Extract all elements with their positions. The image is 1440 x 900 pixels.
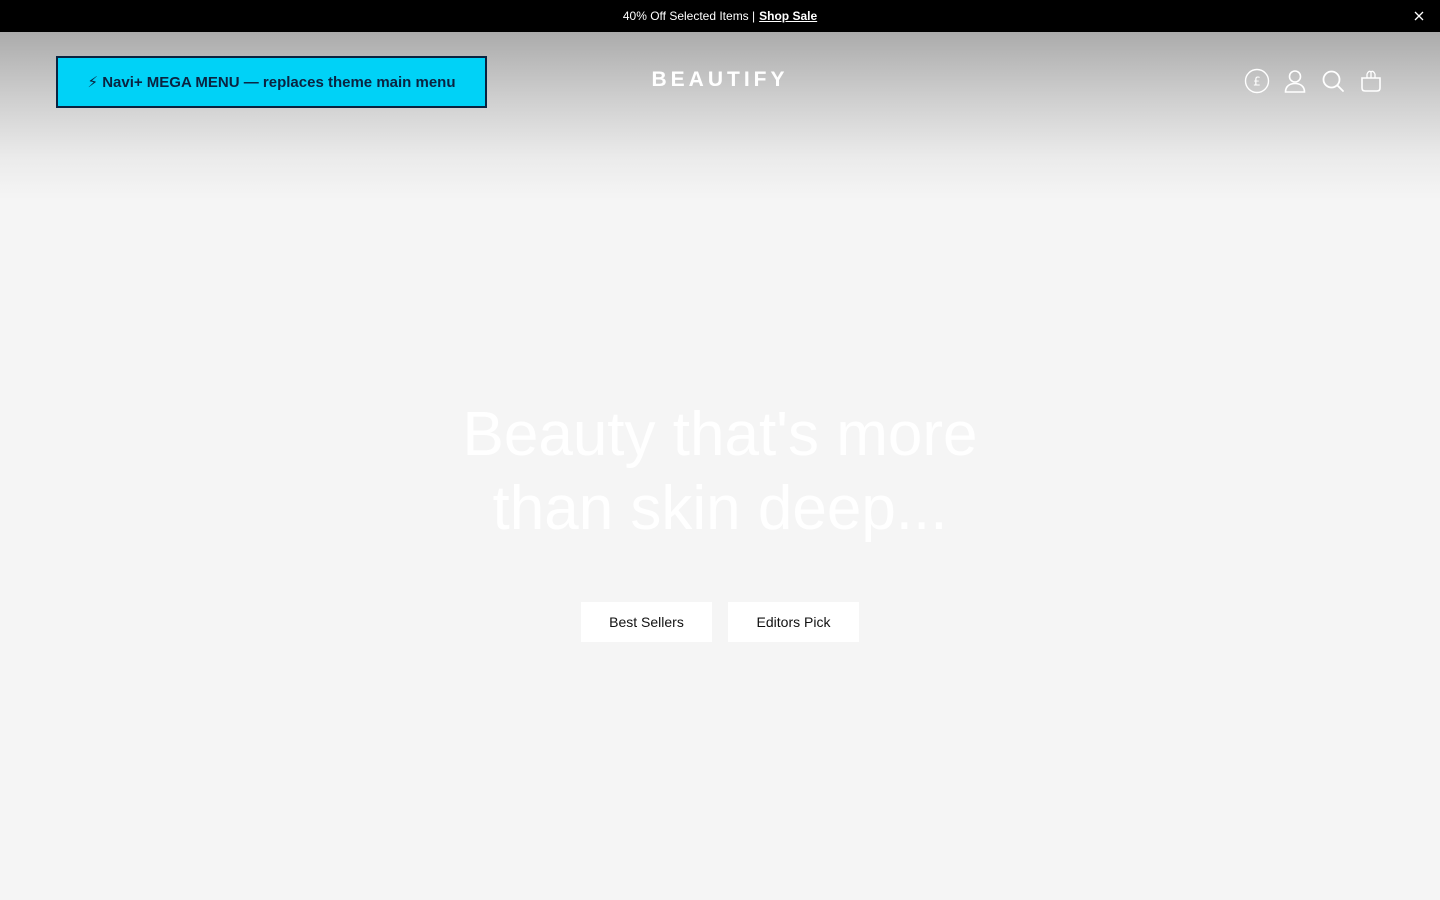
cart-icon[interactable] (1358, 68, 1384, 94)
announcement-text: 40% Off Selected Items | (622, 9, 756, 23)
hero-title-line-2: than skin deep... (492, 474, 948, 543)
account-icon[interactable] (1282, 68, 1308, 94)
mega-menu-button[interactable]: ⚡ Navi+ MEGA MENU — replaces theme main … (56, 56, 487, 108)
site-logo[interactable]: BEAUTIFY (620, 68, 820, 92)
shop-sale-link[interactable]: Shop Sale (759, 9, 817, 23)
search-icon[interactable] (1320, 68, 1346, 94)
header-icons: £ (1244, 68, 1396, 94)
hero-buttons: Best Sellers Editors Pick (581, 602, 859, 642)
close-icon[interactable] (1412, 9, 1426, 23)
site-header: ⚡ Navi+ MEGA MENU — replaces theme main … (0, 32, 1440, 200)
announcement-bar: 40% Off Selected Items | Shop Sale (0, 0, 1440, 32)
currency-icon[interactable]: £ (1244, 68, 1270, 94)
hero-title: Beauty that's more than skin deep... (320, 398, 1120, 546)
editors-pick-button[interactable]: Editors Pick (728, 602, 859, 642)
best-sellers-button[interactable]: Best Sellers (581, 602, 712, 642)
currency-symbol: £ (1253, 75, 1261, 89)
hero-title-line-1: Beauty that's more (462, 400, 978, 469)
